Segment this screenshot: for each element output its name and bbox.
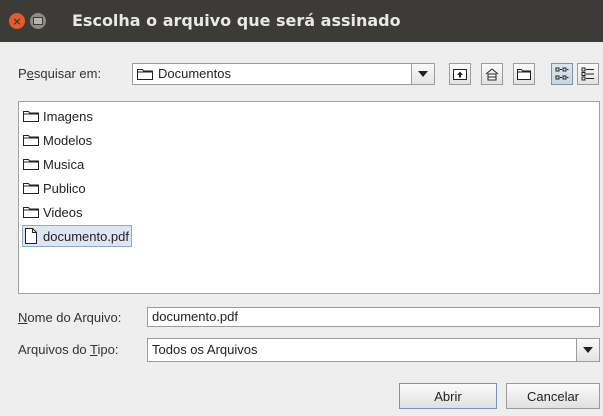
- up-folder-button[interactable]: [449, 63, 471, 85]
- minimize-window-button[interactable]: [30, 13, 46, 29]
- new-folder-icon: [517, 69, 531, 80]
- filetype-value: Todos os Arquivos: [152, 342, 258, 357]
- file-list[interactable]: Imagens Modelos Musica Publico Videos do…: [18, 101, 600, 294]
- up-folder-icon: [453, 69, 467, 80]
- file-name: Videos: [43, 204, 83, 220]
- list-item[interactable]: Modelos: [23, 130, 92, 150]
- close-window-button[interactable]: ×: [9, 13, 25, 29]
- folder-icon: [23, 207, 39, 218]
- details-view-icon: [581, 67, 594, 81]
- look-in-dropdown-arrow[interactable]: [411, 64, 434, 84]
- list-view-button[interactable]: [551, 63, 573, 85]
- file-name: Publico: [43, 180, 86, 196]
- look-in-combobox[interactable]: Documentos: [132, 63, 435, 85]
- folder-icon: [23, 183, 39, 194]
- title-bar: × Escolha o arquivo que será assinado: [0, 0, 603, 42]
- home-icon: [485, 67, 499, 80]
- filename-input[interactable]: documento.pdf: [147, 307, 600, 327]
- home-button[interactable]: [481, 63, 503, 85]
- folder-icon: [23, 111, 39, 122]
- chevron-down-icon: [583, 347, 593, 353]
- filetype-combobox[interactable]: Todos os Arquivos: [147, 338, 600, 362]
- chevron-down-icon: [418, 71, 428, 77]
- list-item[interactable]: Musica: [23, 154, 84, 174]
- new-folder-button[interactable]: [513, 63, 535, 85]
- open-button[interactable]: Abrir: [399, 383, 497, 409]
- folder-icon: [23, 159, 39, 170]
- filetype-label: Arquivos do Tipo:: [18, 342, 119, 357]
- list-view-icon: [555, 67, 569, 80]
- file-name: Modelos: [43, 132, 93, 148]
- look-in-label: Pesquisar em:: [18, 66, 102, 81]
- file-name: documento.pdf: [43, 228, 130, 244]
- list-item[interactable]: Publico: [23, 178, 86, 198]
- folder-icon: [137, 69, 153, 80]
- file-name: Musica: [43, 156, 85, 172]
- cancel-button[interactable]: Cancelar: [506, 383, 600, 409]
- file-name: Imagens: [43, 108, 93, 124]
- list-item[interactable]: Videos: [23, 202, 83, 222]
- look-in-value: Documentos: [158, 66, 231, 81]
- filetype-dropdown-arrow[interactable]: [576, 339, 599, 361]
- filename-label: Nome do Arquivo:: [18, 310, 122, 325]
- list-item[interactable]: Imagens: [23, 106, 93, 126]
- details-view-button[interactable]: [577, 63, 599, 85]
- window-title: Escolha o arquivo que será assinado: [72, 11, 401, 30]
- file-icon: [25, 228, 37, 244]
- list-item-selected[interactable]: documento.pdf: [22, 225, 133, 247]
- folder-icon: [23, 135, 39, 146]
- minimize-icon: [33, 17, 43, 25]
